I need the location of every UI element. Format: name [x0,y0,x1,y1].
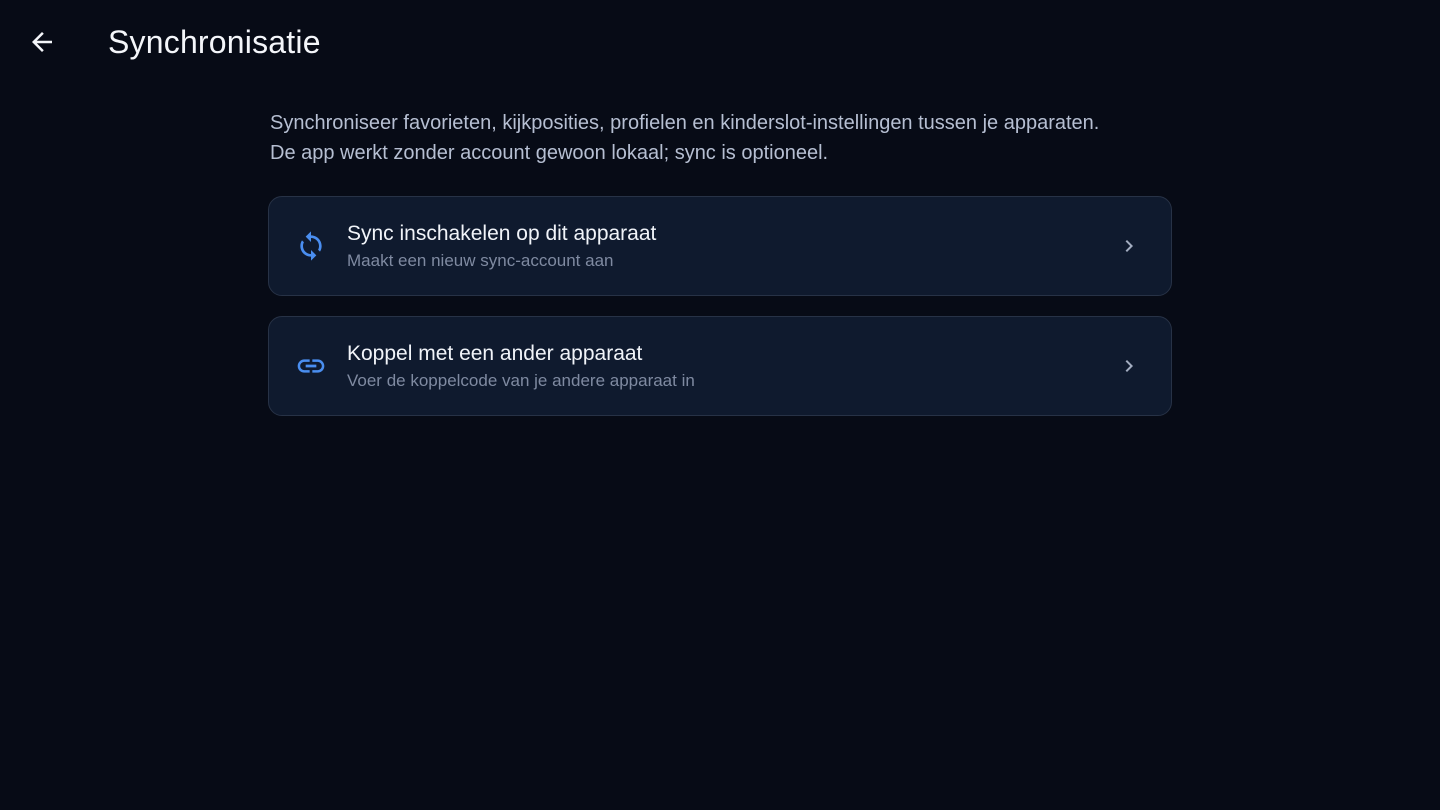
link-icon [295,350,327,382]
sync-icon [295,230,327,262]
page-title: Synchronisatie [108,24,321,60]
chevron-right-icon [1117,233,1141,259]
enable-sync-text: Sync inschakelen op dit apparaat Maakt e… [347,220,656,274]
pair-device-text: Koppel met een ander apparaat Voer de ko… [347,340,695,394]
main-content: Synchroniseer favorieten, kijkposities, … [268,108,1172,436]
pair-device-title: Koppel met een ander apparaat [347,342,643,365]
enable-sync-title: Sync inschakelen op dit apparaat [347,222,657,245]
description-line-2: De app werkt zonder account gewoon lokaa… [270,142,829,164]
description-line-1: Synchroniseer favorieten, kijkposities, … [270,112,1100,134]
arrow-left-icon [32,32,52,52]
sync-options-list: Sync inschakelen op dit apparaat Maakt e… [268,196,1172,416]
back-button[interactable] [20,20,64,64]
chevron-right-icon [1117,353,1141,379]
enable-sync-option[interactable]: Sync inschakelen op dit apparaat Maakt e… [268,196,1172,296]
enable-sync-subtitle: Maakt een nieuw sync-account aan [347,251,614,270]
sync-description: Synchroniseer favorieten, kijkposities, … [270,108,1172,168]
pair-device-option[interactable]: Koppel met een ander apparaat Voer de ko… [268,316,1172,416]
pair-device-subtitle: Voer de koppelcode van je andere apparaa… [347,371,695,390]
top-bar: Synchronisatie [0,0,1440,84]
